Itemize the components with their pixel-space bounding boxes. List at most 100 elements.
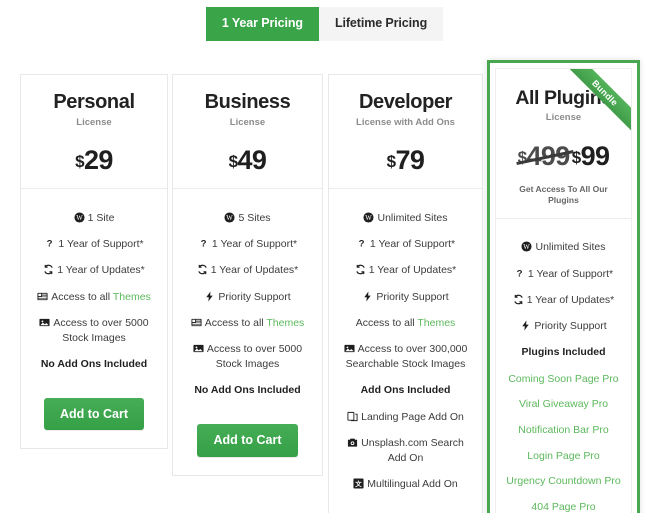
plugin-link-viral-giveaway-pro[interactable]: Viral Giveaway Pro bbox=[502, 392, 625, 418]
feature-item-addons: No Add Ons Included bbox=[194, 384, 301, 397]
feature-item: Priority Support bbox=[179, 284, 316, 310]
plan-price: $29 bbox=[75, 145, 113, 175]
feature-item: ? 1 Year of Support* bbox=[502, 261, 625, 287]
pricing-card-developer[interactable]: Developer License with Add Ons $79 W Unli… bbox=[328, 74, 483, 513]
plugin-link-login-page-pro[interactable]: Login Page Pro bbox=[502, 443, 625, 469]
plan-name: Business bbox=[204, 91, 291, 113]
tab-1-year-pricing[interactable]: 1 Year Pricing bbox=[205, 7, 319, 41]
plan-subtitle: License with Add Ons bbox=[356, 117, 455, 128]
feature-item: Access to over 300,000 Searchable Stock … bbox=[335, 336, 476, 377]
feature-list: W Unlimited Sites ? 1 Year of Support* 1 Y… bbox=[496, 219, 631, 513]
feature-item: W Unlimited Sites bbox=[502, 235, 625, 261]
feature-list: W Unlimited Sites ? 1 Year of Support* 1 Y… bbox=[329, 189, 482, 504]
feature-text: Access to over 5000 Stock Images bbox=[53, 316, 149, 344]
question-icon: ? bbox=[514, 268, 525, 278]
feature-list: W 1 Site ? 1 Year of Support* 1 Year of Up… bbox=[21, 189, 167, 384]
price-note: Get Access To All Our Plugins bbox=[519, 183, 608, 205]
feature-item: 1 Year of Updates* bbox=[27, 258, 161, 284]
feature-item: Access to all Themes bbox=[335, 310, 476, 336]
feature-item: 1 Year of Updates* bbox=[502, 287, 625, 313]
question-icon: ? bbox=[44, 238, 55, 249]
feature-item: Access to over 5000 Stock Images bbox=[179, 336, 316, 377]
svg-text:?: ? bbox=[200, 239, 206, 249]
svg-text:W: W bbox=[524, 244, 531, 251]
price-row: $49 bbox=[181, 147, 314, 174]
wordpress-icon: W bbox=[521, 241, 533, 252]
plan-subtitle: License bbox=[76, 117, 112, 128]
feature-item: ? 1 Year of Support* bbox=[27, 232, 161, 258]
feature-item-plugins-included: Plugins Included bbox=[521, 346, 606, 359]
wordpress-icon: W bbox=[224, 212, 235, 223]
landing-page-icon bbox=[347, 411, 358, 422]
themes-link[interactable]: Themes bbox=[266, 317, 304, 329]
price-amount: 99 bbox=[580, 140, 610, 171]
themes-link[interactable]: Themes bbox=[417, 317, 455, 329]
featured-card-inner: Bundle All Plugins License $499 $99 Get A… bbox=[495, 68, 632, 513]
plan-name: Personal bbox=[53, 91, 135, 113]
feature-item: Access to all Themes bbox=[179, 310, 316, 336]
feature-text: Access to over 5000 Stock Images bbox=[206, 342, 303, 371]
feature-text: Access to all bbox=[204, 316, 267, 329]
feature-item: ? 1 Year of Support* bbox=[179, 232, 316, 258]
price-amount: 49 bbox=[237, 145, 267, 176]
plan-subtitle: License bbox=[545, 112, 582, 124]
svg-text:W: W bbox=[76, 215, 83, 222]
feature-text: Priority Support bbox=[218, 290, 291, 303]
card-header: All Plugins License $499 $99 Get Access T… bbox=[496, 69, 631, 219]
currency-symbol: $ bbox=[75, 152, 84, 172]
plan-price: $99 bbox=[572, 141, 610, 171]
refresh-icon bbox=[513, 294, 524, 305]
feature-text: Multilingual Add On bbox=[367, 478, 458, 491]
add-to-cart-button-personal[interactable]: Add to Cart bbox=[43, 397, 145, 431]
price-row: $29 bbox=[29, 147, 159, 174]
wordpress-icon: W bbox=[74, 212, 85, 223]
plugin-link-urgency-countdown-pro[interactable]: Urgency Countdown Pro bbox=[502, 469, 625, 495]
feature-item: 1 Year of Updates* bbox=[335, 258, 476, 284]
feature-list: W 5 Sites ? 1 Year of Support* 1 Year of U… bbox=[173, 189, 322, 410]
plugin-link-404-page-pro[interactable]: 404 Page Pro bbox=[502, 494, 625, 513]
camera-icon bbox=[347, 437, 358, 448]
image-icon bbox=[39, 317, 50, 328]
image-icon bbox=[344, 343, 355, 354]
feature-text: Priority Support bbox=[376, 290, 449, 303]
plan-price-original: $499 bbox=[518, 140, 571, 171]
feature-text: Access to over 300,000 Searchable Stock … bbox=[345, 342, 468, 371]
question-icon: ? bbox=[198, 238, 209, 249]
feature-text: 1 Year of Updates* bbox=[57, 264, 145, 277]
plan-name: All Plugins bbox=[515, 87, 612, 109]
feature-item: Access to all Themes bbox=[27, 284, 161, 310]
tab-lifetime-pricing[interactable]: Lifetime Pricing bbox=[318, 7, 444, 41]
feature-text: Unlimited Sites bbox=[535, 241, 606, 254]
add-to-cart-button-business[interactable]: Add to Cart bbox=[197, 424, 298, 457]
pricing-page: 1 Year Pricing Lifetime Pricing Personal… bbox=[0, 0, 649, 513]
feature-item: W 1 Site bbox=[27, 205, 161, 231]
pricing-card-personal[interactable]: Personal License $29 W 1 Site ? 1 Year of … bbox=[20, 74, 168, 450]
feature-text: 1 Year of Support* bbox=[527, 267, 614, 280]
feature-text: Unsplash.com Search Add On bbox=[361, 436, 464, 465]
plan-price: $79 bbox=[387, 145, 425, 175]
svg-text:?: ? bbox=[358, 239, 364, 249]
plugin-link-notification-bar-pro[interactable]: Notification Bar Pro bbox=[502, 417, 625, 443]
feature-text: 5 Sites bbox=[238, 211, 271, 224]
price-amount-original: 499 bbox=[526, 140, 570, 171]
pricing-card-all-plugins[interactable]: Bundle All Plugins License $499 $99 Get A… bbox=[487, 60, 640, 513]
card-header: Business License $49 bbox=[173, 75, 322, 190]
refresh-icon bbox=[355, 264, 366, 275]
wordpress-icon: W bbox=[363, 212, 375, 223]
currency-symbol: $ bbox=[386, 152, 396, 172]
pricing-card-business[interactable]: Business License $49 W 5 Sites ? 1 Year of… bbox=[172, 74, 323, 476]
themes-link[interactable]: Themes bbox=[113, 291, 151, 303]
price-row: $499 $99 bbox=[504, 140, 623, 171]
feature-item-addons: Add Ons Included bbox=[360, 384, 451, 397]
feature-text: 1 Site bbox=[87, 211, 115, 224]
feature-item: W 5 Sites bbox=[179, 205, 316, 231]
feature-item: Unsplash.com Search Add On bbox=[335, 430, 476, 471]
feature-text: Priority Support bbox=[534, 320, 607, 333]
themes-icon bbox=[191, 317, 202, 328]
svg-text:?: ? bbox=[47, 239, 53, 249]
price-amount: 79 bbox=[395, 145, 425, 176]
feature-item: W Unlimited Sites bbox=[335, 205, 476, 231]
feature-text: 1 Year of Updates* bbox=[210, 264, 299, 277]
plugin-link-coming-soon-page-pro[interactable]: Coming Soon Page Pro bbox=[502, 366, 625, 392]
cart-area: Add to Cart bbox=[21, 384, 167, 449]
